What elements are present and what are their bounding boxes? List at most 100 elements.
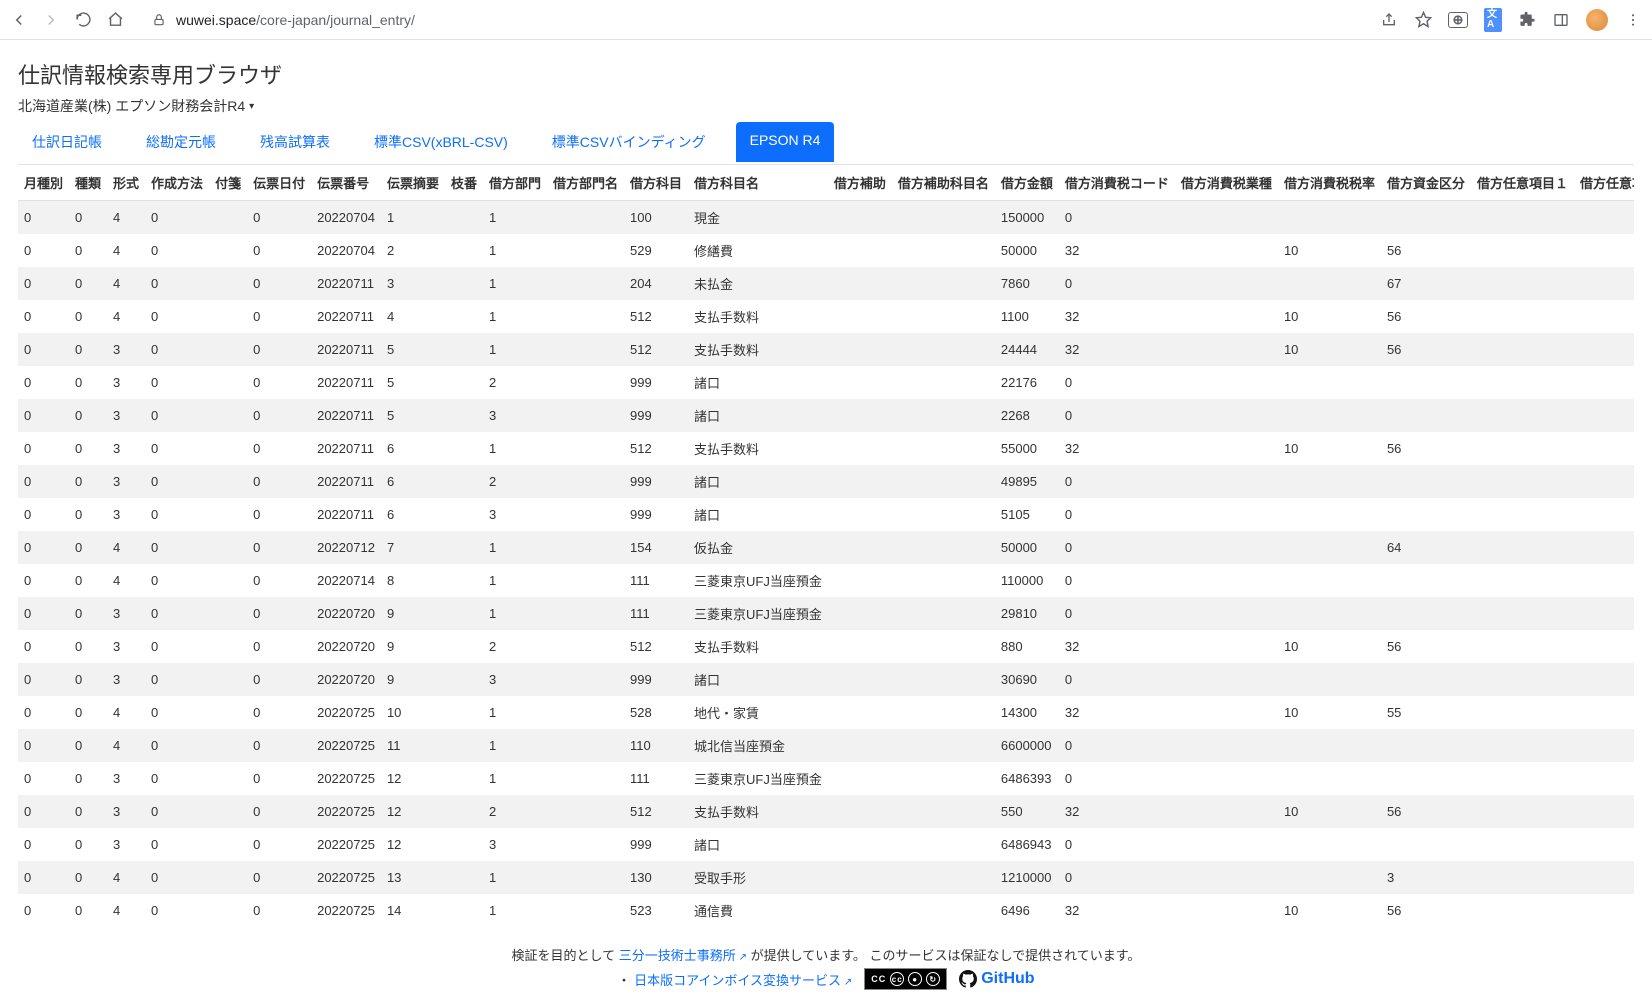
table-cell: 1 (483, 267, 547, 300)
col-header[interactable]: 付箋 (209, 165, 247, 201)
col-header[interactable]: 借方資金区分 (1381, 165, 1471, 201)
table-row[interactable]: 004002022071131204未払金7860067 (18, 267, 1634, 300)
table-cell (1278, 828, 1381, 861)
col-header[interactable]: 借方部門名 (547, 165, 624, 201)
table-cell: 4 (107, 300, 145, 333)
table-cell (445, 300, 483, 333)
col-header[interactable]: 形式 (107, 165, 145, 201)
table-row[interactable]: 003002022071163999諸口51050 (18, 498, 1634, 531)
dataset-dropdown[interactable]: 北海道産業(株) エプソン財務会計R4 ▾ (18, 96, 1634, 116)
table-cell (1278, 465, 1381, 498)
table-cell: 4 (107, 564, 145, 597)
tab-0[interactable]: 仕訳日記帳 (18, 122, 116, 162)
col-header[interactable]: 借方消費税業種 (1175, 165, 1278, 201)
bookmark-star-icon[interactable] (1414, 11, 1432, 29)
table-cell (1175, 663, 1278, 696)
table-cell (1381, 201, 1471, 235)
sa-circle-icon: ↻ (926, 972, 940, 986)
col-header[interactable]: 借方補助 (828, 165, 892, 201)
table-row[interactable]: 0040020220725141523通信費6496321056 (18, 894, 1634, 927)
tab-4[interactable]: 標準CSVバインディング (538, 122, 720, 162)
table-row[interactable]: 004002022071271154仮払金50000064 (18, 531, 1634, 564)
forward-button[interactable] (42, 11, 60, 29)
table-cell: 0 (69, 366, 107, 399)
table-cell (1574, 696, 1634, 729)
col-header[interactable]: 伝票摘要 (381, 165, 445, 201)
table-row[interactable]: 0040020220725101528地代・家賃14300321055 (18, 696, 1634, 729)
table-scroll[interactable]: 月種別種類形式作成方法付箋伝票日付伝票番号伝票摘要枝番借方部門借方部門名借方科目… (18, 164, 1634, 927)
table-row[interactable]: 004002022071481111三菱東京UFJ当座預金1100000 (18, 564, 1634, 597)
col-header[interactable]: 借方金額 (995, 165, 1059, 201)
col-header[interactable]: 借方任意項目２ (1574, 165, 1634, 201)
table-cell: 0 (18, 498, 69, 531)
col-header[interactable]: 借方科目名 (688, 165, 828, 201)
col-header[interactable]: 作成方法 (145, 165, 209, 201)
table-cell: 6486943 (995, 828, 1059, 861)
col-header[interactable]: 伝票番号 (311, 165, 381, 201)
table-row[interactable]: 004002022070411100現金1500000 (18, 201, 1634, 235)
col-header[interactable]: 借方消費税コード (1059, 165, 1175, 201)
table-cell: 0 (18, 531, 69, 564)
side-panel-icon[interactable] (1552, 11, 1570, 29)
table-cell (1471, 795, 1574, 828)
translate-icon[interactable]: 文A (1484, 11, 1502, 29)
col-header[interactable]: 借方任意項目１ (1471, 165, 1574, 201)
table-cell: 0 (247, 828, 311, 861)
reload-button[interactable] (74, 11, 92, 29)
table-cell: 3 (107, 597, 145, 630)
extensions-icon[interactable] (1518, 11, 1536, 29)
col-header[interactable]: 伝票日付 (247, 165, 311, 201)
col-header[interactable]: 借方補助科目名 (892, 165, 995, 201)
table-row[interactable]: 003002022071153999諸口22680 (18, 399, 1634, 432)
table-cell: 0 (145, 267, 209, 300)
profile-avatar[interactable] (1586, 9, 1608, 31)
share-icon[interactable] (1380, 11, 1398, 29)
col-header[interactable]: 借方部門 (483, 165, 547, 201)
table-cell: 999 (624, 498, 688, 531)
github-link[interactable]: GitHub (959, 970, 1034, 988)
col-header[interactable]: 借方科目 (624, 165, 688, 201)
table-cell: 111 (624, 762, 688, 795)
table-cell (1175, 696, 1278, 729)
table-row[interactable]: 003002022072092512支払手数料880321056 (18, 630, 1634, 663)
table-cell: 111 (624, 564, 688, 597)
tab-5[interactable]: EPSON R4 (736, 122, 835, 162)
table-cell (1471, 399, 1574, 432)
table-row[interactable]: 004002022071141512支払手数料1100321056 (18, 300, 1634, 333)
table-row[interactable]: 0040020220725131130受取手形121000003 (18, 861, 1634, 894)
col-header[interactable]: 借方消費税税率 (1278, 165, 1381, 201)
home-button[interactable] (106, 11, 124, 29)
table-row[interactable]: 003002022071162999諸口498950 (18, 465, 1634, 498)
table-cell: 諸口 (688, 465, 828, 498)
col-header[interactable]: 種類 (69, 165, 107, 201)
table-row[interactable]: 0030020220725121111三菱東京UFJ当座預金64863930 (18, 762, 1634, 795)
table-row[interactable]: 004002022070421529修繕費50000321056 (18, 234, 1634, 267)
cc-text: CC (871, 974, 886, 984)
table-row[interactable]: 003002022071151512支払手数料24444321056 (18, 333, 1634, 366)
table-row[interactable]: 003002022071152999諸口221760 (18, 366, 1634, 399)
tab-1[interactable]: 総勘定元帳 (132, 122, 230, 162)
table-cell (547, 894, 624, 927)
tab-3[interactable]: 標準CSV(xBRL-CSV) (360, 122, 522, 162)
install-app-icon[interactable]: ⊕ (1448, 12, 1468, 28)
table-cell: 1 (483, 432, 547, 465)
table-cell: 0 (1059, 531, 1175, 564)
table-row[interactable]: 0030020220725123999諸口64869430 (18, 828, 1634, 861)
back-button[interactable] (10, 11, 28, 29)
footer-link-invoice-service[interactable]: 日本版コアインボイス変換サービス (634, 973, 852, 988)
table-row[interactable]: 0040020220725111110城北信当座預金66000000 (18, 729, 1634, 762)
address-bar[interactable]: wuwei.space/core-japan/journal_entry/ (140, 5, 1360, 35)
table-cell: 150000 (995, 201, 1059, 235)
table-row[interactable]: 0030020220725122512支払手数料550321056 (18, 795, 1634, 828)
cc-by-sa-badge[interactable]: CC cc ● ↻ (864, 968, 947, 990)
col-header[interactable]: 枝番 (445, 165, 483, 201)
table-row[interactable]: 003002022072091111三菱東京UFJ当座預金298100 (18, 597, 1634, 630)
table-cell (1574, 300, 1634, 333)
table-row[interactable]: 003002022072093999諸口306900 (18, 663, 1634, 696)
tab-2[interactable]: 残高試算表 (246, 122, 344, 162)
table-cell (828, 399, 892, 432)
table-row[interactable]: 003002022071161512支払手数料55000321056 (18, 432, 1634, 465)
menu-icon[interactable] (1624, 11, 1642, 29)
footer-link-office[interactable]: 三分一技術士事務所 (619, 948, 747, 963)
col-header[interactable]: 月種別 (18, 165, 69, 201)
